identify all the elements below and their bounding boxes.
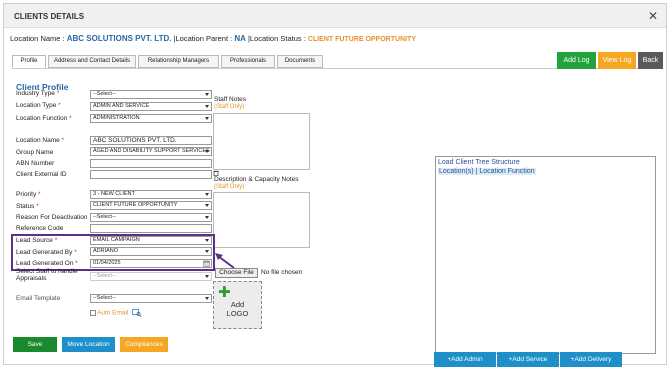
priority-select[interactable]: 3 - NEW CLIENT	[90, 190, 212, 199]
locations-header: Location(s) | Location Function	[438, 168, 536, 175]
status-select[interactable]: CLIENT FUTURE OPPORTUNITY	[90, 201, 212, 210]
client-external-id-label: Client External ID	[16, 171, 67, 178]
close-icon[interactable]: ✕	[648, 9, 658, 23]
add-logo-button[interactable]: ✚ Add LOGO	[213, 281, 262, 329]
location-name-value: ABC SOLUTIONS PVT. LTD.	[66, 34, 172, 43]
reason-for-deactivation-select[interactable]: --Select--	[90, 213, 212, 222]
location-name-input[interactable]: ABC SOLUTIONS PVT. LTD.	[90, 136, 212, 145]
tab-documents[interactable]: Documents	[277, 55, 323, 68]
location-summary: Location Name : ABC SOLUTIONS PVT. LTD. …	[10, 34, 416, 43]
choose-file-button[interactable]: Choose File	[215, 268, 258, 278]
clients-details-dialog: CLIENTS DETAILS ✕ Location Name : ABC SO…	[3, 3, 667, 365]
location-function-select[interactable]: ADMINISTRATION	[90, 114, 212, 123]
status-label: Status *	[16, 203, 39, 210]
dialog-title: CLIENTS DETAILS	[14, 12, 85, 21]
email-template-label: Email Template	[16, 295, 61, 302]
add-log-button[interactable]: Add Log	[557, 52, 596, 69]
description-capacity-textarea[interactable]	[213, 192, 310, 248]
location-function-label: Location Function *	[16, 115, 72, 122]
add-logo-text-line1: Add	[230, 300, 245, 309]
add-logo-text-line2: LOGO	[226, 309, 249, 318]
dialog-titlebar: CLIENTS DETAILS ✕	[4, 4, 666, 28]
save-button[interactable]: Save	[13, 337, 57, 352]
view-log-button[interactable]: View Log	[598, 52, 636, 69]
abn-number-label: ABN Number	[16, 160, 55, 167]
back-button[interactable]: Back	[638, 52, 663, 69]
client-tree-panel: Load Client Tree Structure Location(s) |…	[435, 156, 656, 354]
location-parent-value: NA	[234, 34, 246, 43]
industry-type-label: Industry Type *	[16, 90, 60, 97]
add-admin-button[interactable]: +Add Admin	[434, 352, 496, 367]
staff-notes-textarea[interactable]	[213, 113, 310, 170]
reason-for-deactivation-label: Reason For Deactivation	[16, 214, 88, 221]
tab-address-and-contact[interactable]: Address and Contact Details	[48, 55, 136, 68]
move-location-button[interactable]: Move Location	[62, 337, 115, 352]
compliances-button[interactable]: Compliances	[120, 337, 168, 352]
tab-profile[interactable]: Profile	[12, 55, 46, 68]
group-name-label: Group Name	[16, 149, 54, 156]
location-type-select[interactable]: ADMIN AND SERVICE	[90, 102, 212, 111]
select-staff-label: Select Staff to handle Appraisals	[16, 268, 78, 282]
location-parent-label: |Location Parent :	[173, 34, 233, 43]
lead-fields-highlight	[11, 234, 215, 271]
load-client-tree-link[interactable]: Load Client Tree Structure	[438, 159, 520, 166]
abn-number-input[interactable]	[90, 159, 212, 168]
tab-professionals[interactable]: Professionals	[221, 55, 275, 68]
staff-notes-tag: (Staff Only)	[214, 104, 245, 110]
location-status-value: CLIENT FUTURE OPPORTUNITY	[307, 36, 417, 43]
add-service-button[interactable]: +Add Service	[497, 352, 559, 367]
client-external-id-input[interactable]	[90, 170, 212, 179]
priority-label: Priority *	[16, 191, 41, 198]
location-name-field-label: Location Name *	[16, 137, 65, 144]
location-name-label: Location Name :	[10, 34, 65, 43]
description-capacity-tag: (Staff Only)	[214, 184, 245, 190]
group-name-select[interactable]: AGED AND DISABILITY SUPPORT SERVICES	[90, 147, 212, 156]
location-status-label: |Location Status :	[247, 34, 306, 43]
description-capacity-label: Description & Capacity Notes	[214, 176, 299, 183]
select-staff-select[interactable]: --Select--	[90, 272, 212, 281]
preview-search-icon[interactable]	[132, 309, 142, 317]
reference-code-label: Reference Code	[16, 225, 64, 232]
reference-code-input[interactable]	[90, 224, 212, 233]
location-type-label: Location Type *	[16, 102, 61, 109]
no-file-chosen-text: No file chosen	[261, 269, 303, 276]
plus-icon: ✚	[218, 284, 231, 301]
tab-relationship-managers[interactable]: Relationship Managers	[138, 55, 219, 68]
add-delivery-button[interactable]: +Add Delivery	[560, 352, 622, 367]
industry-type-select[interactable]: --Select--	[90, 90, 212, 99]
checkbox-icon[interactable]	[90, 310, 96, 316]
staff-notes-label: Staff Notes	[214, 96, 247, 103]
auto-email-checkbox[interactable]: Auto Email	[90, 309, 142, 317]
email-template-select[interactable]: --Select--	[90, 294, 212, 303]
